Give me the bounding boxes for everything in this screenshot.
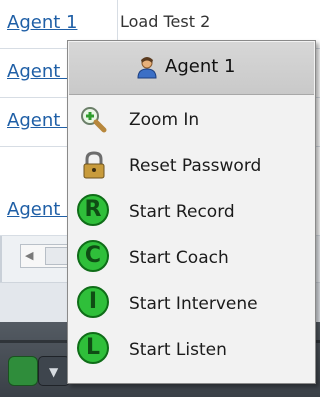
agent-name: Agent 1 <box>165 56 236 77</box>
dropdown-button[interactable]: ▼ <box>38 356 70 386</box>
menu-item-label: Start Record <box>129 202 235 222</box>
menu-item-label: Start Listen <box>129 340 227 360</box>
scroll-left-icon[interactable]: ◀ <box>25 249 33 262</box>
menu-item-start-listen[interactable]: L Start Listen <box>69 327 314 373</box>
record-icon: R <box>77 194 109 226</box>
listen-icon: L <box>77 332 109 364</box>
menu-item-label: Reset Password <box>129 156 262 176</box>
menu-item-start-intervene[interactable]: I Start Intervene <box>69 281 314 327</box>
intervene-icon: I <box>77 286 109 318</box>
menu-item-label: Start Coach <box>129 248 229 268</box>
context-menu[interactable]: Agent 1 Zoom In Reset Password R Start R… <box>67 40 316 384</box>
padlock-icon <box>83 151 105 179</box>
menu-item-label: Zoom In <box>129 110 200 130</box>
user-icon <box>137 57 157 79</box>
context-menu-header: Agent 1 <box>69 42 314 95</box>
magnifier-icon <box>81 107 107 133</box>
chevron-down-icon: ▼ <box>49 365 59 379</box>
menu-item-start-coach[interactable]: C Start Coach <box>69 235 314 281</box>
menu-item-label: Start Intervene <box>129 294 258 314</box>
row-second-cell: Load Test 2 <box>120 12 211 31</box>
coach-icon: C <box>77 240 109 272</box>
menu-item-reset-password[interactable]: Reset Password <box>69 143 314 189</box>
status-button[interactable] <box>8 356 38 386</box>
horizontal-scrollbar[interactable]: ◀ <box>20 244 70 268</box>
menu-item-start-record[interactable]: R Start Record <box>69 189 314 235</box>
menu-item-zoom-in[interactable]: Zoom In <box>69 97 314 143</box>
scrollbar-thumb[interactable] <box>45 247 69 265</box>
agent-link[interactable]: Agent 1 <box>7 12 77 33</box>
